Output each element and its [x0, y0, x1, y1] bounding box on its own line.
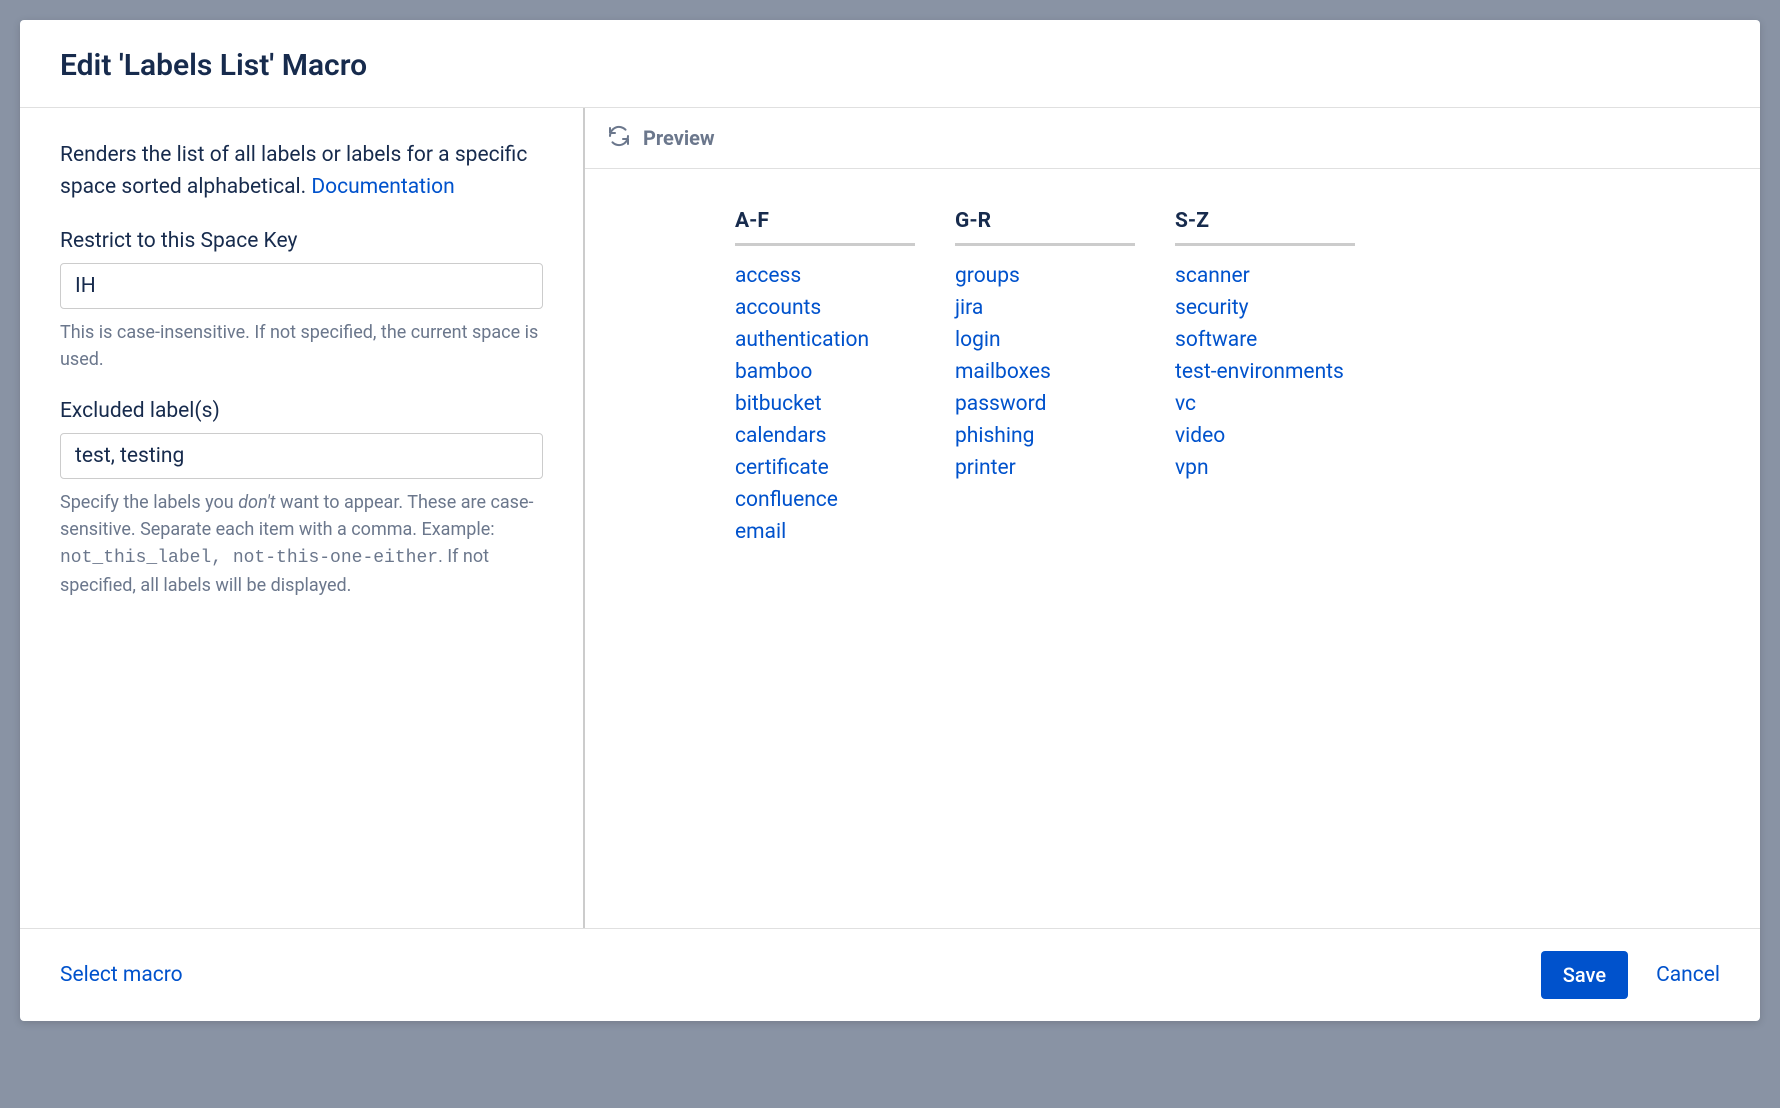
label-link[interactable]: scanner: [1175, 264, 1250, 288]
label-link[interactable]: accounts: [735, 296, 821, 320]
label-link[interactable]: security: [1175, 296, 1249, 320]
label-link[interactable]: certificate: [735, 456, 829, 480]
refresh-icon[interactable]: [607, 124, 631, 152]
list-item: bamboo: [735, 360, 915, 384]
column-header: G-R: [955, 209, 1135, 246]
footer-actions: Save Cancel: [1541, 951, 1720, 999]
label-link[interactable]: groups: [955, 264, 1020, 288]
label-link[interactable]: access: [735, 264, 801, 288]
excluded-labels-input[interactable]: [60, 433, 543, 479]
space-key-label: Restrict to this Space Key: [60, 229, 543, 253]
label-column: G-R groups jira login mailboxes password phish…: [955, 209, 1135, 552]
macro-editor-dialog: Edit 'Labels List' Macro Renders the lis…: [20, 20, 1760, 1021]
preview-content: A-F access accounts authentication bamboo bit…: [585, 169, 1760, 592]
select-macro-button[interactable]: Select macro: [60, 963, 183, 987]
list-item: bitbucket: [735, 392, 915, 416]
list-item: scanner: [1175, 264, 1355, 288]
list-item: groups: [955, 264, 1135, 288]
documentation-link[interactable]: Documentation: [311, 175, 454, 199]
label-link[interactable]: jira: [955, 296, 983, 320]
dialog-title: Edit 'Labels List' Macro: [60, 48, 1720, 83]
cancel-button[interactable]: Cancel: [1656, 963, 1720, 987]
column-header: S-Z: [1175, 209, 1355, 246]
list-item: confluence: [735, 488, 915, 512]
column-header: A-F: [735, 209, 915, 246]
space-key-field-group: Restrict to this Space Key This is case-…: [60, 229, 543, 373]
description-text: Renders the list of all labels or labels…: [60, 143, 527, 199]
label-link[interactable]: mailboxes: [955, 360, 1051, 384]
list-item: email: [735, 520, 915, 544]
label-link[interactable]: printer: [955, 456, 1016, 480]
label-list: access accounts authentication bamboo bitbuc…: [735, 264, 915, 544]
preview-panel: Preview A-F access accounts authentication b…: [585, 108, 1760, 928]
list-item: vpn: [1175, 456, 1355, 480]
list-item: certificate: [735, 456, 915, 480]
dialog-body: Renders the list of all labels or labels…: [20, 108, 1760, 928]
list-item: printer: [955, 456, 1135, 480]
list-item: video: [1175, 424, 1355, 448]
space-key-input[interactable]: [60, 263, 543, 309]
label-list: groups jira login mailboxes password phishing…: [955, 264, 1135, 480]
list-item: jira: [955, 296, 1135, 320]
label-list: scanner security software test-environments…: [1175, 264, 1355, 480]
list-item: mailboxes: [955, 360, 1135, 384]
label-link[interactable]: confluence: [735, 488, 838, 512]
preview-header: Preview: [585, 108, 1760, 169]
preview-title: Preview: [643, 126, 715, 150]
excluded-labels-help: Specify the labels you don't want to app…: [60, 489, 543, 599]
space-key-help: This is case-insensitive. If not specifi…: [60, 319, 543, 373]
list-item: accounts: [735, 296, 915, 320]
list-item: vc: [1175, 392, 1355, 416]
list-item: test-environments: [1175, 360, 1355, 384]
label-link[interactable]: password: [955, 392, 1046, 416]
label-column: A-F access accounts authentication bamboo bit…: [735, 209, 915, 552]
label-column: S-Z scanner security software test-environme…: [1175, 209, 1355, 552]
list-item: calendars: [735, 424, 915, 448]
label-link[interactable]: bitbucket: [735, 392, 822, 416]
save-button[interactable]: Save: [1541, 951, 1628, 999]
list-item: password: [955, 392, 1135, 416]
label-link[interactable]: video: [1175, 424, 1225, 448]
label-link[interactable]: vpn: [1175, 456, 1209, 480]
list-item: security: [1175, 296, 1355, 320]
list-item: software: [1175, 328, 1355, 352]
label-link[interactable]: calendars: [735, 424, 826, 448]
label-link[interactable]: vc: [1175, 392, 1196, 416]
list-item: phishing: [955, 424, 1135, 448]
list-item: authentication: [735, 328, 915, 352]
config-panel: Renders the list of all labels or labels…: [20, 108, 585, 928]
excluded-labels-field-group: Excluded label(s) Specify the labels you…: [60, 399, 543, 599]
label-link[interactable]: phishing: [955, 424, 1034, 448]
list-item: login: [955, 328, 1135, 352]
label-link[interactable]: software: [1175, 328, 1257, 352]
dialog-footer: Select macro Save Cancel: [20, 928, 1760, 1021]
excluded-labels-label: Excluded label(s): [60, 399, 543, 423]
list-item: access: [735, 264, 915, 288]
label-link[interactable]: login: [955, 328, 1001, 352]
label-link[interactable]: email: [735, 520, 786, 544]
dialog-header: Edit 'Labels List' Macro: [20, 20, 1760, 108]
macro-description: Renders the list of all labels or labels…: [60, 140, 543, 203]
label-link[interactable]: test-environments: [1175, 360, 1344, 384]
label-link[interactable]: authentication: [735, 328, 869, 352]
label-link[interactable]: bamboo: [735, 360, 812, 384]
